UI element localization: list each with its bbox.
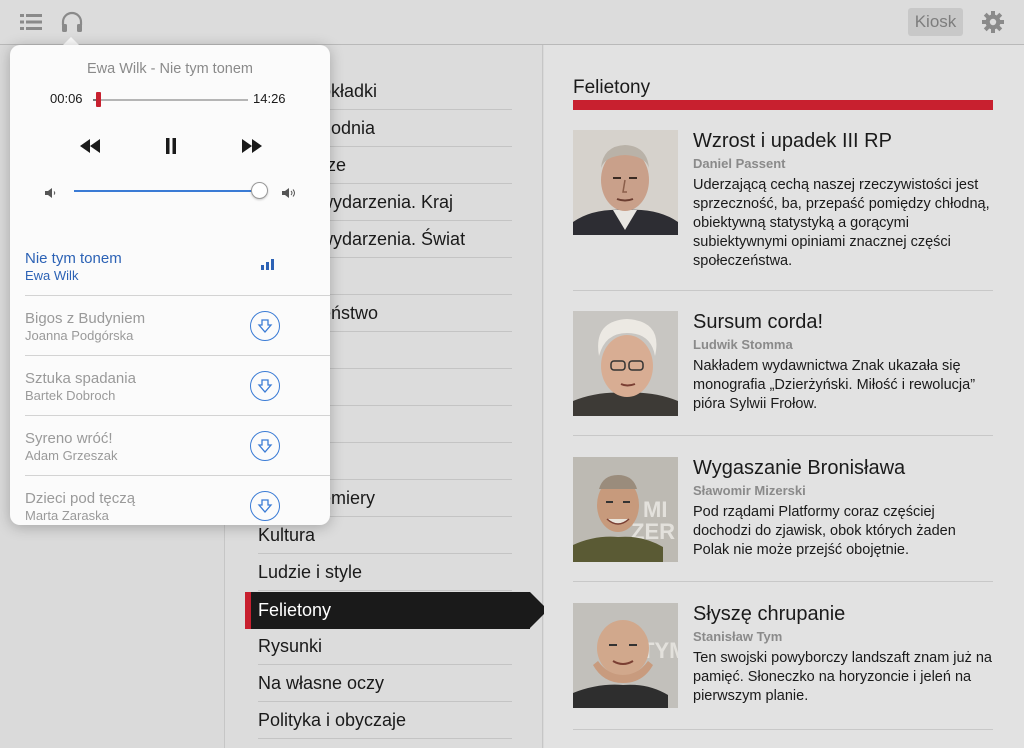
download-icon[interactable] — [250, 371, 280, 401]
divider — [573, 290, 993, 291]
track-author: Marta Zaraska — [25, 508, 109, 523]
article-card[interactable]: TYM Słyszę chrupanie Stanisław Tym Ten s… — [573, 603, 993, 733]
article-author: Sławomir Mizerski — [693, 483, 806, 498]
kiosk-button[interactable]: Kiosk — [908, 8, 963, 36]
gear-icon[interactable] — [978, 8, 1008, 36]
menu-item-felietony-active[interactable]: Felietony — [245, 592, 548, 629]
download-icon[interactable] — [250, 431, 280, 461]
volume-high-icon — [282, 185, 296, 198]
menu-item-na-wlasne-oczy[interactable]: Na własne oczy — [258, 665, 512, 702]
track-author: Joanna Podgórska — [25, 328, 134, 343]
menu-item-label: wydarzenia. Świat — [320, 228, 466, 249]
volume-low-icon — [45, 185, 59, 198]
track-item[interactable]: Dzieci pod tęczą Marta Zaraska — [25, 476, 330, 525]
divider — [573, 581, 993, 582]
track-item[interactable]: Nie tym tonem Ewa Wilk — [25, 236, 330, 296]
duration-time: 14:26 — [253, 91, 286, 106]
author-photo — [573, 130, 678, 235]
divider — [573, 729, 993, 730]
author-photo: MI ZER — [573, 457, 678, 562]
article-title: Sursum corda! — [693, 311, 824, 333]
track-item[interactable]: Sztuka spadania Bartek Dobroch — [25, 356, 330, 416]
section-accent-bar — [573, 100, 993, 110]
fast-forward-icon[interactable] — [238, 135, 266, 157]
list-icon[interactable] — [16, 8, 46, 36]
article-excerpt: Pod rządami Platformy coraz częściej doc… — [693, 504, 956, 558]
progress-handle[interactable] — [95, 92, 101, 107]
author-photo — [573, 311, 678, 416]
menu-item-polityka-i-obyczaje[interactable]: Polityka i obyczaje — [258, 702, 512, 739]
article-author: Ludwik Stomma — [693, 337, 793, 352]
track-title: Syreno wróć! — [25, 430, 113, 447]
divider — [573, 435, 993, 436]
progress-track[interactable] — [93, 99, 248, 101]
volume-handle[interactable] — [251, 182, 268, 199]
track-author: Adam Grzeszak — [25, 448, 118, 463]
article-card[interactable]: Wzrost i upadek III RP Daniel Passent Ud… — [573, 130, 993, 280]
download-icon[interactable] — [250, 491, 280, 521]
equalizer-icon — [261, 256, 277, 275]
track-item[interactable]: Syreno wróć! Adam Grzeszak — [25, 416, 330, 476]
now-playing-title: Ewa Wilk - Nie tym tonem — [87, 61, 253, 77]
rewind-icon[interactable] — [76, 135, 104, 157]
track-title: Bigos z Budyniem — [25, 310, 146, 327]
author-photo: TYM — [573, 603, 678, 708]
article-author: Stanisław Tym — [693, 629, 783, 644]
menu-item-label: wydarzenia. Kraj — [320, 191, 454, 212]
track-item[interactable]: Bigos z Budyniem Joanna Podgórska — [25, 296, 330, 356]
menu-item-ludzie-i-style[interactable]: Ludzie i style — [258, 554, 512, 591]
article-excerpt: Ten swojski powyborczy landszaft znam ju… — [693, 650, 992, 704]
volume-slider[interactable] — [74, 190, 259, 192]
articles-panel: Felietony Wzrost i upadek III RP Daniel … — [544, 45, 1024, 748]
audio-player-popover: Ewa Wilk - Nie tym tonem 00:06 14:26 Nie… — [10, 45, 330, 525]
article-title: Słyszę chrupanie — [693, 603, 846, 625]
article-author: Daniel Passent — [693, 156, 786, 171]
article-title: Wzrost i upadek III RP — [693, 130, 892, 152]
track-title: Sztuka spadania — [25, 370, 136, 387]
article-title: Wygaszanie Bronisława — [693, 457, 906, 479]
track-author: Ewa Wilk — [25, 268, 79, 283]
menu-item-rysunki[interactable]: Rysunki — [258, 628, 512, 665]
track-author: Bartek Dobroch — [25, 388, 116, 403]
elapsed-time: 00:06 — [50, 91, 83, 106]
article-card[interactable]: MI ZER Wygaszanie Bronisława Sławomir Mi… — [573, 457, 993, 587]
track-title: Nie tym tonem — [25, 250, 122, 267]
headphones-icon[interactable] — [57, 8, 87, 36]
download-icon[interactable] — [250, 311, 280, 341]
top-bar: Kiosk — [0, 0, 1024, 45]
section-title: Felietony — [573, 77, 651, 98]
article-excerpt: Nakładem wydawnictwa Znak ukazała się mo… — [693, 358, 976, 412]
pause-icon[interactable] — [157, 135, 185, 157]
track-title: Dzieci pod tęczą — [25, 490, 136, 507]
article-card[interactable]: Sursum corda! Ludwik Stomma Nakładem wyd… — [573, 311, 993, 441]
article-excerpt: Uderzającą cechą naszej rzeczywistości j… — [693, 177, 990, 269]
